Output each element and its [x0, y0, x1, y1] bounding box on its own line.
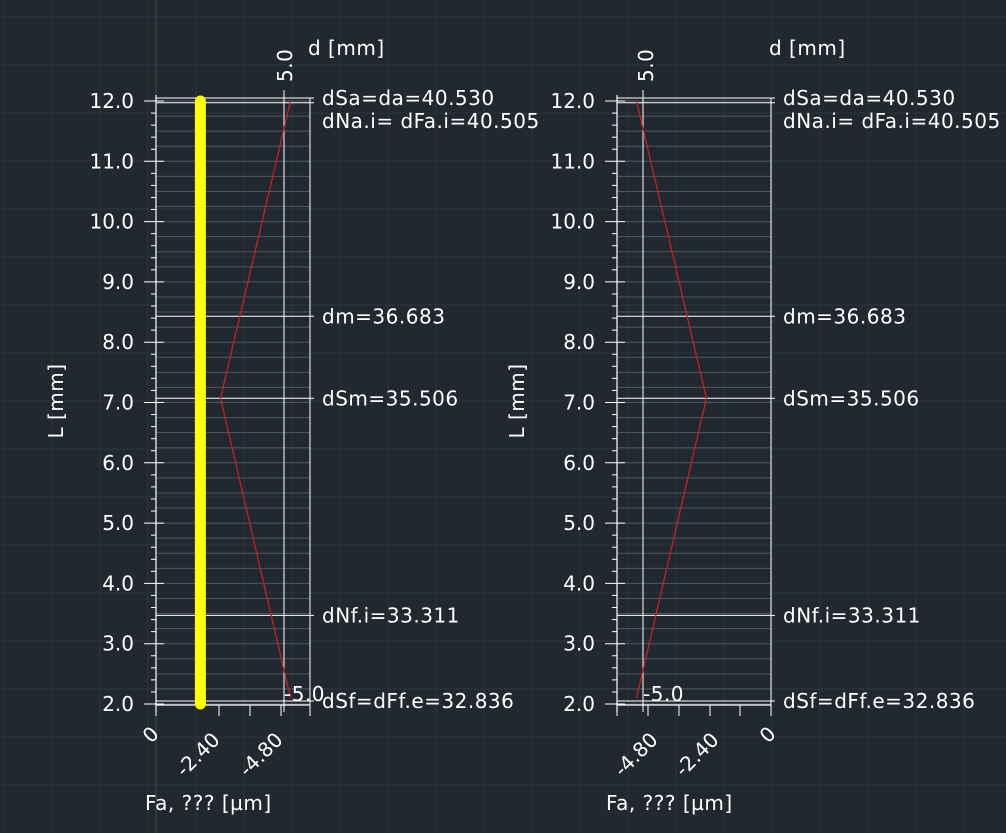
y-tick-label: 7.0	[102, 391, 134, 415]
tolerance-top-label: 5.0	[273, 49, 297, 82]
x-tick-label: -4.80	[234, 728, 288, 782]
chart-canvas: 2.0 3.0 4.0 5.0 6.0 7.0 8.0 9.0 10.0 11.0 12.0 0 -2.…	[0, 0, 1006, 833]
diameter-label: dNf.i=33.311	[322, 603, 460, 627]
diameter-label: dSm=35.506	[322, 386, 459, 410]
tolerance-bottom-label: -5.0	[643, 682, 684, 706]
diameter-label: dSf=dFf.e=32.836	[322, 689, 514, 713]
y-tick-label: 10.0	[89, 210, 134, 234]
y-tick-label: 7.0	[563, 391, 595, 415]
x-tick-label: 0	[138, 722, 164, 748]
y-tick-label: 4.0	[102, 571, 134, 595]
y-tick-label: 5.0	[563, 511, 595, 535]
y-tick-label: 8.0	[563, 330, 595, 354]
tolerance-bottom-label: -5.0	[284, 682, 325, 706]
y-tick-label: 3.0	[102, 632, 134, 656]
y-tick-label: 5.0	[102, 511, 134, 535]
diameter-label: dSa=da=40.530	[783, 86, 956, 110]
x-axis-label: Fa, ??? [µm]	[606, 791, 733, 815]
top-axis-label: d [mm]	[769, 36, 846, 60]
x-tick-label: -4.80	[609, 728, 663, 782]
y-tick-label: 8.0	[102, 330, 134, 354]
y-tick-label: 12.0	[550, 89, 595, 113]
y-tick-label: 6.0	[563, 451, 595, 475]
y-tick-label: 11.0	[89, 149, 134, 173]
profile-series-line	[635, 100, 708, 699]
y-tick-label: 4.0	[563, 571, 595, 595]
y-tick-label: 6.0	[102, 451, 134, 475]
x-tick-label: -2.40	[670, 728, 724, 782]
x-tick-label: 0	[755, 722, 781, 748]
y-axis-label: L [mm]	[44, 363, 68, 438]
diameter-label: dSa=da=40.530	[322, 86, 495, 110]
diameter-label: dm=36.683	[783, 304, 906, 328]
y-tick-label: 10.0	[550, 210, 595, 234]
diameter-label: dNa.i= dFa.i=40.505	[322, 109, 540, 133]
y-tick-label: 2.0	[563, 692, 595, 716]
tolerance-top-label: 5.0	[634, 49, 658, 82]
y-tick-label: 9.0	[102, 270, 134, 294]
diameter-label: dm=36.683	[322, 304, 445, 328]
x-tick-label: -2.40	[171, 728, 225, 782]
top-axis-label: d [mm]	[308, 36, 385, 60]
diameter-label: dSm=35.506	[783, 386, 920, 410]
y-tick-label: 9.0	[563, 270, 595, 294]
y-axis-label: L [mm]	[505, 363, 529, 438]
y-tick-label: 12.0	[89, 89, 134, 113]
y-tick-label: 2.0	[102, 692, 134, 716]
diameter-label: dNf.i=33.311	[783, 603, 921, 627]
x-axis-label: Fa, ??? [µm]	[145, 791, 272, 815]
chart-right: 2.0 3.0 4.0 5.0 6.0 7.0 8.0 9.0 10.0 11.0 12.0 -4.8…	[505, 36, 1001, 815]
diameter-label: dSf=dFf.e=32.836	[783, 689, 975, 713]
y-tick-label: 3.0	[563, 632, 595, 656]
diameter-label: dNa.i= dFa.i=40.505	[783, 109, 1001, 133]
profile-series-line	[219, 100, 292, 699]
y-tick-label: 11.0	[550, 149, 595, 173]
